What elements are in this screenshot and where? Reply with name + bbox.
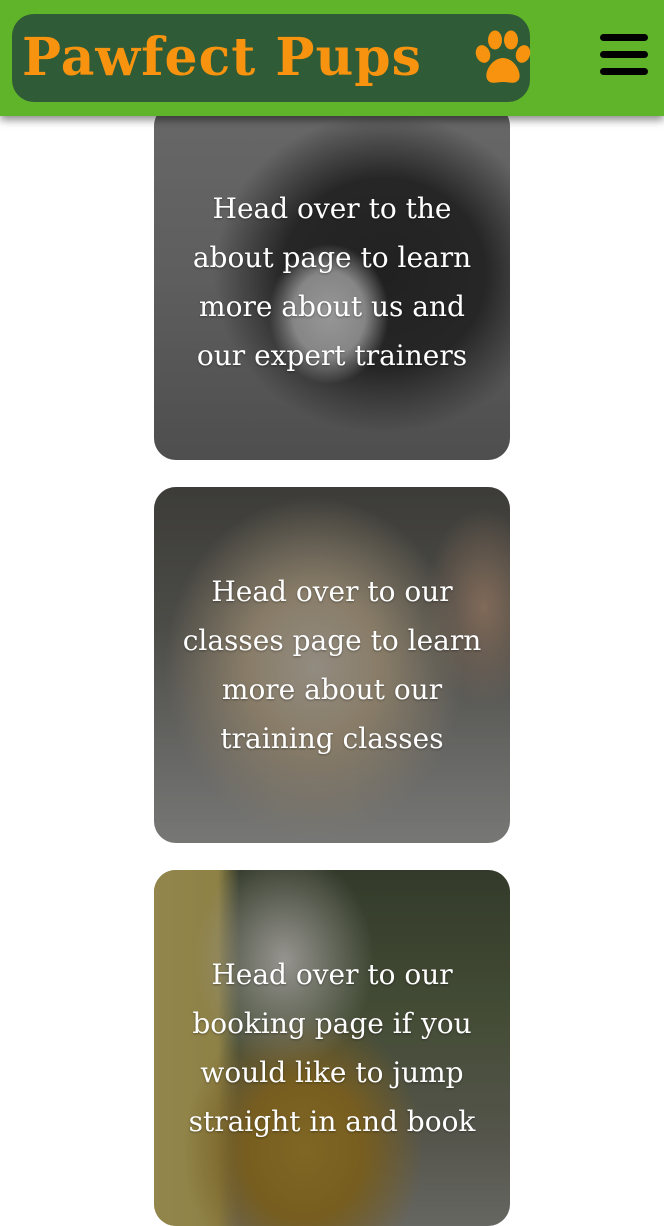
- booking-page-card[interactable]: Head over to our booking page if you wou…: [154, 870, 510, 1226]
- logo-text: Pawfect Pups: [22, 27, 422, 88]
- hamburger-menu-icon[interactable]: [596, 30, 652, 82]
- menu-bar: [600, 51, 648, 58]
- paw-icon: [475, 30, 531, 83]
- site-header: Pawfect Pups: [0, 0, 664, 116]
- menu-bar: [600, 34, 648, 41]
- card-caption: Head over to the about page to learn mor…: [192, 192, 472, 372]
- site-logo[interactable]: Pawfect Pups: [12, 14, 531, 102]
- menu-bar: [600, 68, 648, 75]
- card-caption: Head over to our classes page to learn m…: [182, 575, 482, 755]
- classes-page-card[interactable]: Head over to our classes page to learn m…: [154, 487, 510, 843]
- about-page-card[interactable]: Head over to the about page to learn mor…: [154, 104, 510, 460]
- card-caption: Head over to our booking page if you wou…: [188, 958, 476, 1138]
